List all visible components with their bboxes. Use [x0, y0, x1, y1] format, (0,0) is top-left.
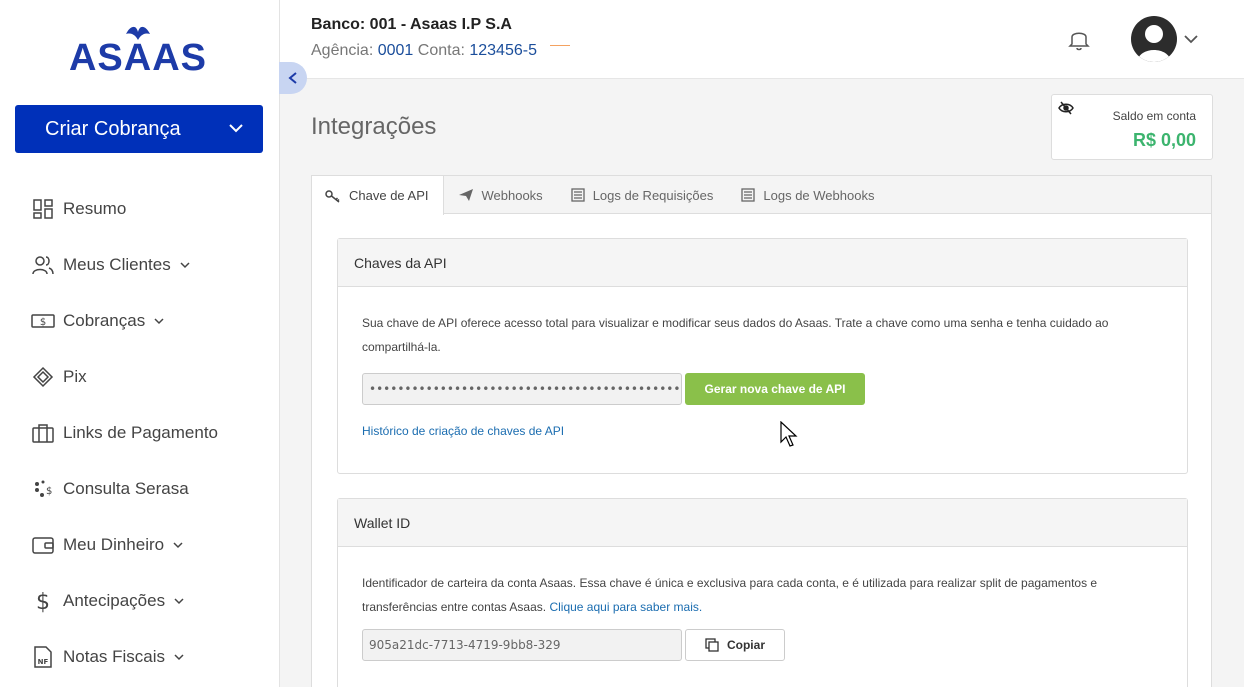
balance-amount: R$ 0,00 [1132, 130, 1196, 150]
wallet-icon [31, 533, 55, 557]
send-icon [458, 188, 474, 202]
log-icon [571, 188, 585, 202]
asaas-logo[interactable]: ASAAS [58, 24, 218, 74]
sidebar-item-meus-clientes[interactable]: Meus Clientes [0, 237, 280, 293]
api-keys-card: Chaves da API Sua chave de API oferece a… [337, 238, 1188, 474]
sidebar-item-label: Consulta Serasa [63, 479, 189, 498]
card-body: Sua chave de API oferece acesso total pa… [338, 287, 1187, 467]
pix-icon [31, 365, 55, 389]
integrations-panel: Chave de API Webhooks Logs de Requisiçõe… [311, 175, 1212, 687]
chevron-left-icon [288, 72, 297, 84]
generate-api-key-button[interactable]: Gerar nova chave de API [685, 373, 865, 405]
agency-value: 0001 [377, 42, 414, 59]
svg-text:$: $ [36, 590, 50, 613]
chevron-down-icon [179, 259, 191, 271]
card-body: Identificador de carteira da conta Asaas… [338, 547, 1187, 685]
top-header: Banco: 001 - Asaas I.P S.A Agência: 0001… [280, 0, 1244, 79]
sidebar-item-links-de-pagamento[interactable]: Links de Pagamento [0, 405, 280, 461]
tab-bar: Chave de API Webhooks Logs de Requisiçõe… [312, 176, 1211, 215]
chevron-down-icon[interactable] [1183, 32, 1199, 46]
account-label: Conta: [417, 42, 465, 59]
svg-text:$: $ [40, 317, 46, 328]
wallet-id-input[interactable]: 905a21dc-7713-4719-9bb8-329 [362, 629, 682, 661]
eye-slash-icon[interactable] [1058, 101, 1074, 115]
chevron-down-icon [229, 124, 243, 133]
copy-label: Copiar [726, 638, 765, 652]
wallet-description-text: Identificador de carteira da conta Asaas… [362, 576, 1098, 614]
learn-more-link[interactable]: Clique aqui para saber mais. [549, 600, 702, 614]
api-key-input[interactable]: ••••••••••••••••••••••••••••••••••••••••… [362, 373, 682, 405]
copy-icon [705, 638, 719, 652]
wallet-id-row: 905a21dc-7713-4719-9bb8-329 Copiar [362, 629, 1163, 661]
sidebar-item-resumo[interactable]: Resumo [0, 181, 280, 237]
sidebar-item-label: Resumo [63, 199, 127, 218]
agency-label: Agência: [311, 42, 374, 59]
sidebar-item-label: Notas Fiscais [63, 647, 166, 666]
chevron-down-icon [172, 539, 184, 551]
dollar-icon: $ [31, 589, 55, 613]
sidebar-item-meu-dinheiro[interactable]: Meu Dinheiro [0, 517, 280, 573]
tab-label: Webhooks [481, 187, 543, 203]
logo-text: ASAAS [69, 37, 207, 74]
tab-logs-de-requisicoes[interactable]: Logs de Requisições [557, 176, 728, 214]
sidebar-item-label: Antecipações [63, 591, 166, 610]
sidebar-item-label: Cobranças [63, 311, 146, 330]
tab-webhooks[interactable]: Webhooks [444, 176, 557, 214]
invoice-icon: NF [31, 645, 55, 669]
avatar[interactable] [1131, 16, 1177, 62]
sidebar-item-label: Meu Dinheiro [63, 535, 165, 554]
money-icon: $ [31, 309, 55, 333]
sidebar-item-notas-fiscais[interactable]: NF Notas Fiscais [0, 629, 280, 685]
sidebar-item-cobrancas[interactable]: $ Cobranças [0, 293, 280, 349]
api-key-row: ••••••••••••••••••••••••••••••••••••••••… [362, 373, 1163, 405]
card-title: Wallet ID [338, 499, 1187, 547]
svg-text:NF: NF [38, 658, 49, 666]
balance-label: Saldo em conta [1112, 109, 1196, 123]
sidebar-item-label: Pix [63, 367, 87, 386]
account-value: 123456-5 [469, 42, 537, 59]
chevron-down-icon [173, 595, 185, 607]
bell-icon[interactable] [1068, 27, 1090, 51]
log-icon [741, 188, 756, 202]
tab-label: Logs de Webhooks [763, 187, 875, 203]
chevron-down-icon [173, 651, 185, 663]
users-icon [31, 253, 55, 277]
wallet-description: Identificador de carteira da conta Asaas… [362, 571, 1163, 619]
card-title: Chaves da API [338, 239, 1187, 287]
serasa-icon: $ [31, 477, 55, 501]
tab-label: Logs de Requisições [592, 187, 714, 203]
tab-label: Chave de API [349, 188, 429, 203]
svg-text:$: $ [46, 486, 52, 497]
mouse-cursor-icon [780, 421, 798, 447]
sidebar-item-label: Meus Clientes [63, 255, 171, 274]
user-silhouette-icon [1137, 25, 1171, 62]
sidebar-nav: Resumo Meus Clientes $ Cobranças Pix Lin… [0, 181, 280, 685]
decorative-underline [550, 45, 570, 46]
balance-box: Saldo em conta R$ 0,00 [1051, 94, 1213, 160]
briefcase-icon [31, 421, 55, 445]
api-key-description: Sua chave de API oferece acesso total pa… [362, 316, 1109, 354]
tab-chave-de-api[interactable]: Chave de API [312, 176, 444, 215]
sidebar-item-consulta-serasa[interactable]: $ Consulta Serasa [0, 461, 280, 517]
bank-title: Banco: 001 - Asaas I.P S.A [311, 16, 512, 33]
copy-wallet-id-button[interactable]: Copiar [685, 629, 785, 661]
bank-account-info: Agência: 0001 Conta: 123456-5 [311, 42, 537, 60]
wallet-id-card: Wallet ID Identificador de carteira da c… [337, 498, 1188, 687]
api-key-history-link[interactable]: Histórico de criação de chaves de API [362, 419, 1163, 443]
dashboard-icon [31, 197, 55, 221]
tab-logs-de-webhooks[interactable]: Logs de Webhooks [727, 176, 888, 214]
sidebar-item-antecipacoes[interactable]: $ Antecipações [0, 573, 280, 629]
sidebar-item-label: Links de Pagamento [63, 423, 218, 442]
chevron-down-icon [153, 315, 165, 327]
create-charge-button[interactable]: Criar Cobrança [15, 105, 263, 153]
collapse-sidebar-button[interactable] [279, 62, 307, 94]
create-charge-label: Criar Cobrança [45, 117, 181, 140]
page-title: Integrações [311, 113, 437, 140]
key-icon [325, 189, 341, 203]
sidebar: ASAAS Criar Cobrança Resumo Meus Cliente… [0, 0, 280, 687]
sidebar-item-pix[interactable]: Pix [0, 349, 280, 405]
